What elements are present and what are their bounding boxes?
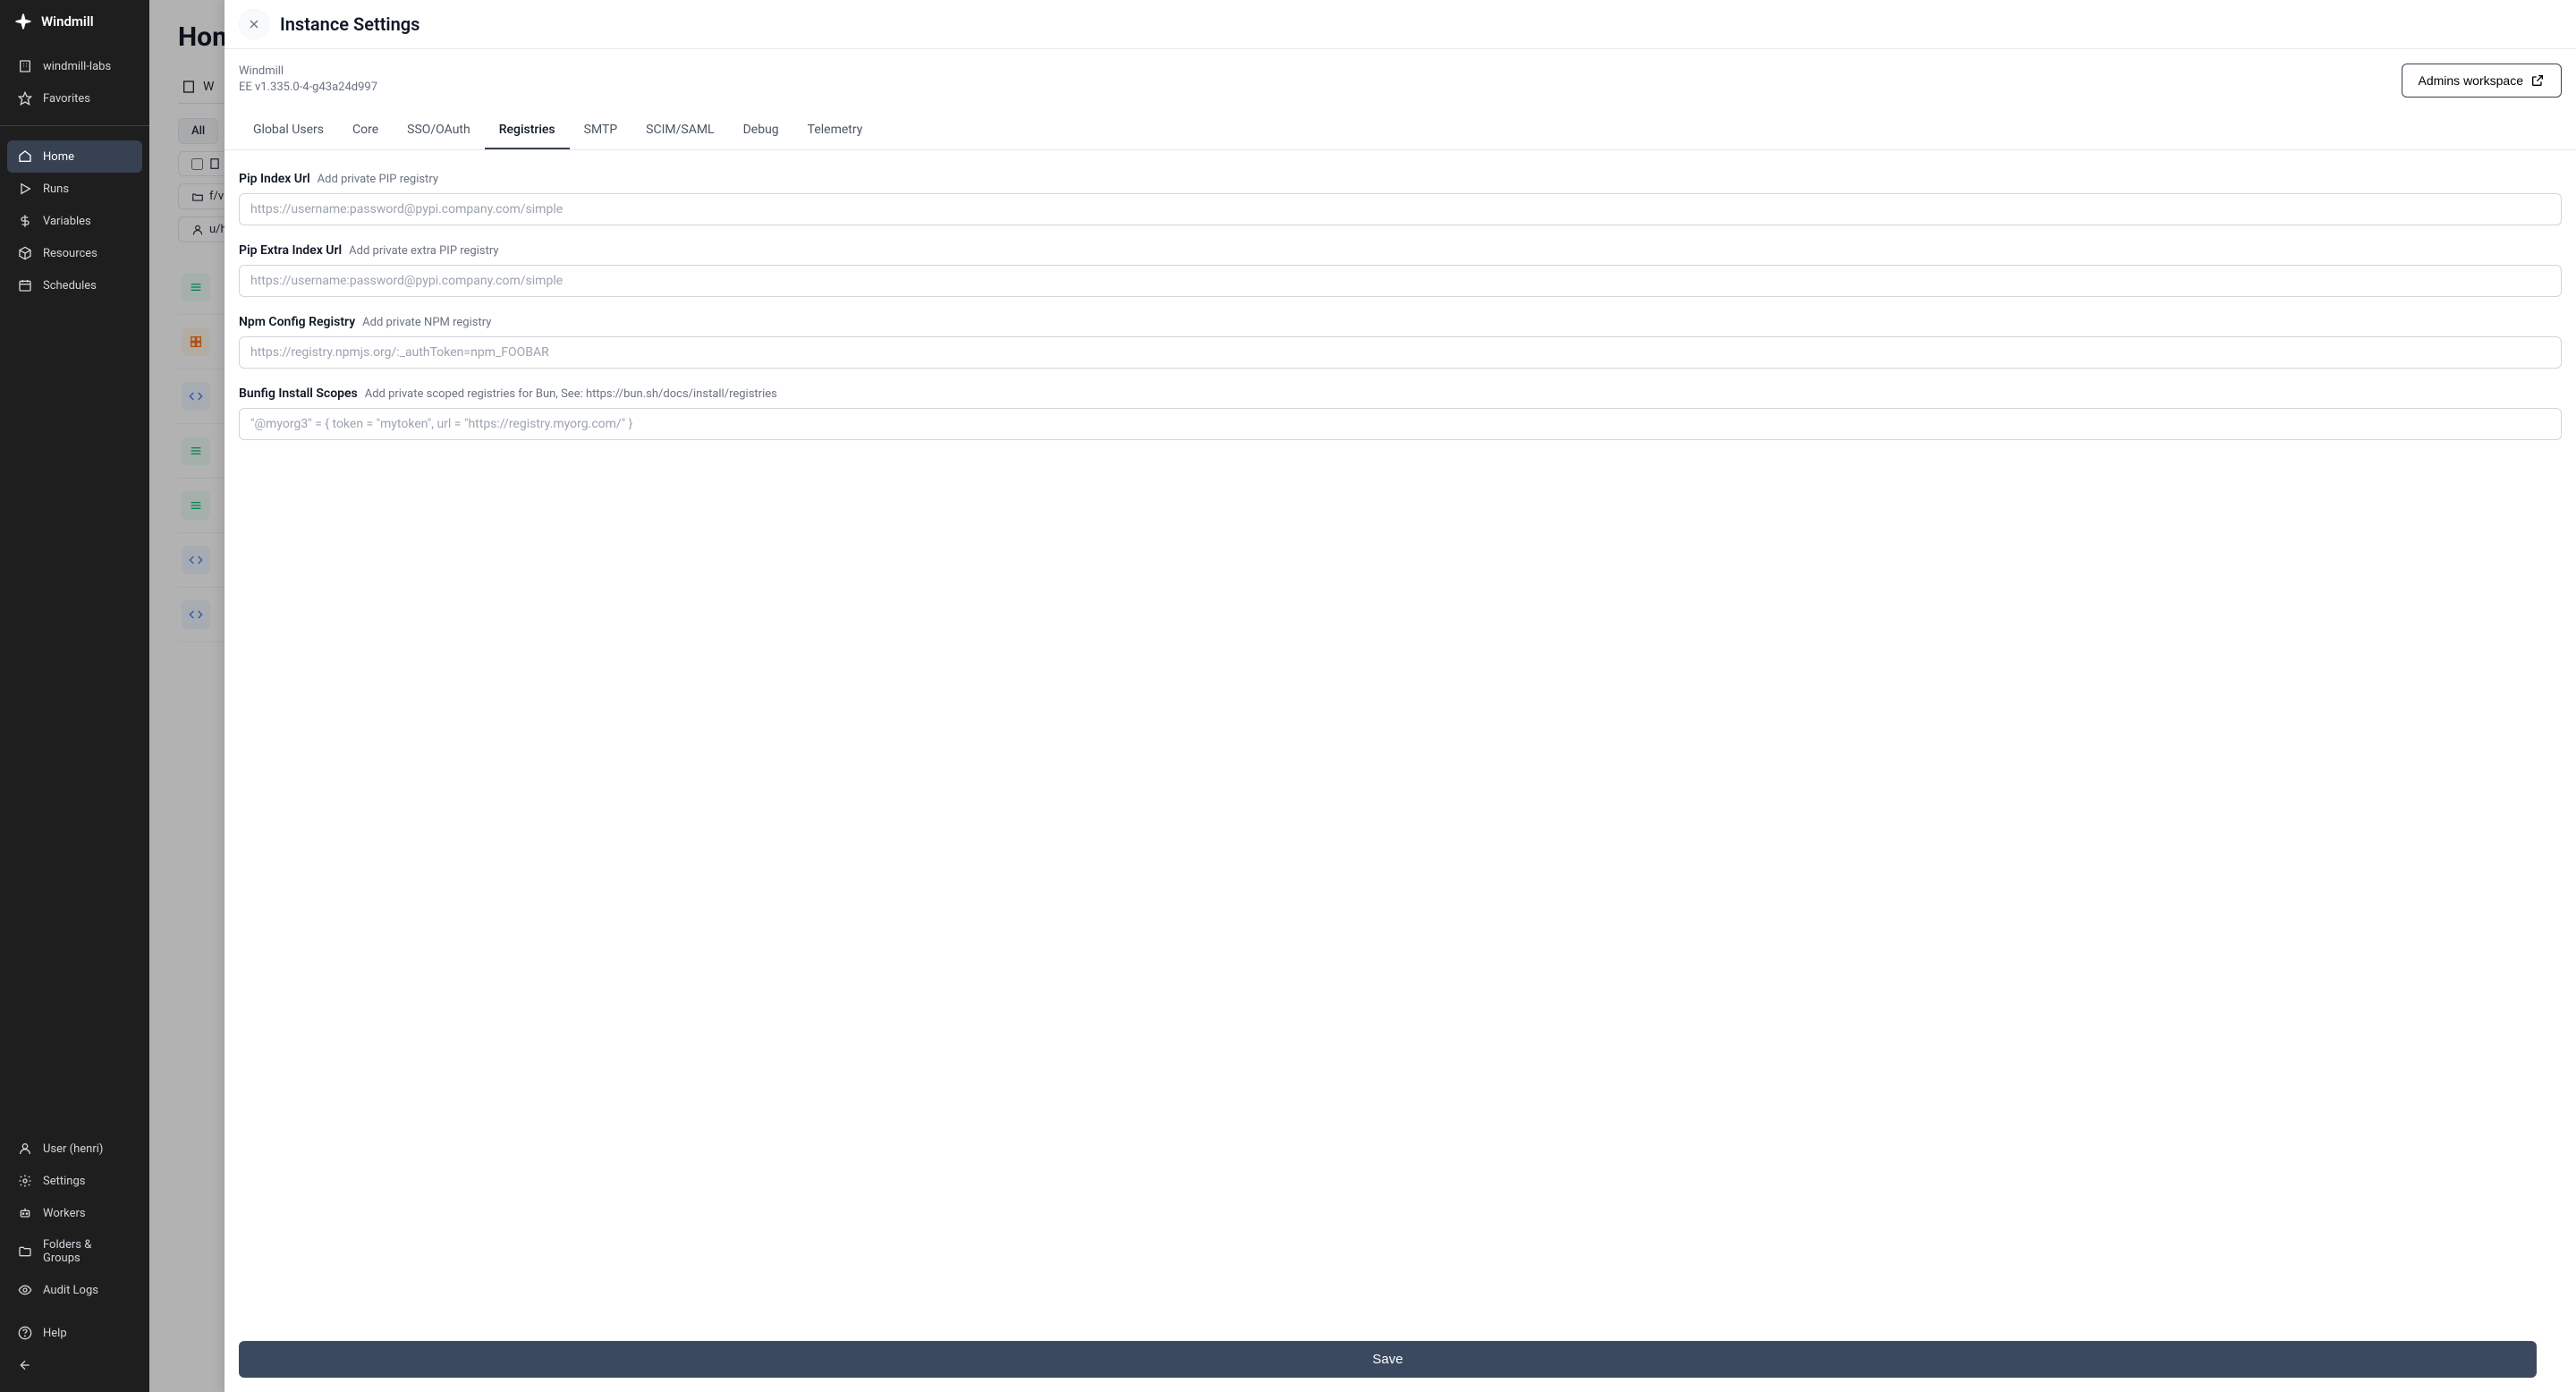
pip-index-input[interactable] bbox=[239, 193, 2562, 225]
home-icon bbox=[18, 149, 32, 164]
bot-icon bbox=[18, 1206, 32, 1220]
pip-index-sub: Add private PIP registry bbox=[318, 173, 438, 186]
dollar-icon bbox=[18, 214, 32, 228]
sidebar-workspace[interactable]: windmill-labs bbox=[7, 50, 142, 82]
box-icon bbox=[18, 246, 32, 260]
tab-smtp[interactable]: SMTP bbox=[570, 112, 632, 149]
version-string: EE v1.335.0-4-g43a24d997 bbox=[239, 80, 377, 96]
favorites-label: Favorites bbox=[43, 92, 90, 106]
tab-telemetry[interactable]: Telemetry bbox=[793, 112, 877, 149]
help-label: Help bbox=[43, 1327, 67, 1340]
npm-sub: Add private NPM registry bbox=[362, 316, 491, 329]
bunfig-input[interactable] bbox=[239, 408, 2562, 440]
sidebar-resources[interactable]: Resources bbox=[7, 237, 142, 269]
eye-icon bbox=[18, 1283, 32, 1297]
windmill-logo-icon bbox=[14, 13, 32, 30]
resources-label: Resources bbox=[43, 247, 97, 260]
pip-extra-sub: Add private extra PIP registry bbox=[349, 244, 498, 258]
sidebar-favorites[interactable]: Favorites bbox=[7, 82, 142, 115]
settings-modal: Instance Settings Windmill EE v1.335.0-4… bbox=[225, 0, 2576, 1392]
gear-icon bbox=[18, 1174, 32, 1188]
user-label: User (henri) bbox=[43, 1142, 103, 1156]
calendar-icon bbox=[18, 278, 32, 293]
tab-registries[interactable]: Registries bbox=[485, 112, 570, 149]
tab-sso[interactable]: SSO/OAuth bbox=[393, 112, 485, 149]
modal-title: Instance Settings bbox=[280, 13, 419, 35]
admins-workspace-button[interactable]: Admins workspace bbox=[2402, 64, 2563, 98]
sidebar-variables[interactable]: Variables bbox=[7, 205, 142, 237]
schedules-label: Schedules bbox=[43, 279, 97, 293]
npm-label: Npm Config Registry bbox=[239, 315, 355, 329]
sidebar-collapse[interactable] bbox=[7, 1349, 142, 1381]
building-icon bbox=[18, 59, 32, 73]
audit-label: Audit Logs bbox=[43, 1284, 98, 1297]
folders-label: Folders & Groups bbox=[43, 1238, 131, 1265]
save-button[interactable]: Save bbox=[239, 1341, 2537, 1378]
tab-debug[interactable]: Debug bbox=[729, 112, 793, 149]
sidebar-help[interactable]: Help bbox=[7, 1317, 142, 1349]
play-icon bbox=[18, 182, 32, 196]
variables-label: Variables bbox=[43, 215, 91, 228]
tab-core[interactable]: Core bbox=[338, 112, 393, 149]
workers-label: Workers bbox=[43, 1207, 86, 1220]
external-link-icon bbox=[2530, 73, 2545, 88]
runs-label: Runs bbox=[43, 182, 69, 196]
folder-icon bbox=[18, 1244, 32, 1259]
admins-button-label: Admins workspace bbox=[2419, 73, 2524, 88]
sidebar-home[interactable]: Home bbox=[7, 140, 142, 173]
help-icon bbox=[18, 1326, 32, 1340]
sidebar-workers[interactable]: Workers bbox=[7, 1197, 142, 1229]
pip-index-label: Pip Index Url bbox=[239, 172, 310, 186]
tab-global-users[interactable]: Global Users bbox=[239, 112, 338, 149]
user-icon bbox=[18, 1142, 32, 1156]
pip-extra-input[interactable] bbox=[239, 265, 2562, 297]
sidebar-folders[interactable]: Folders & Groups bbox=[7, 1229, 142, 1274]
product-name: Windmill bbox=[239, 64, 377, 80]
app-name: Windmill bbox=[41, 13, 94, 30]
arrow-left-icon bbox=[18, 1358, 32, 1372]
sidebar-schedules[interactable]: Schedules bbox=[7, 269, 142, 301]
sidebar-runs[interactable]: Runs bbox=[7, 173, 142, 205]
star-icon bbox=[18, 91, 32, 106]
workspace-label: windmill-labs bbox=[43, 60, 111, 73]
sidebar-settings[interactable]: Settings bbox=[7, 1165, 142, 1197]
sidebar: Windmill windmill-labs Favorites Home Ru… bbox=[0, 0, 149, 1392]
pip-extra-label: Pip Extra Index Url bbox=[239, 243, 342, 258]
close-icon bbox=[247, 17, 261, 31]
sidebar-user[interactable]: User (henri) bbox=[7, 1133, 142, 1165]
close-button[interactable] bbox=[239, 9, 269, 39]
tab-scim[interactable]: SCIM/SAML bbox=[631, 112, 728, 149]
settings-label: Settings bbox=[43, 1175, 85, 1188]
bunfig-sub: Add private scoped registries for Bun, S… bbox=[365, 387, 777, 401]
npm-input[interactable] bbox=[239, 336, 2562, 369]
bunfig-label: Bunfig Install Scopes bbox=[239, 386, 358, 401]
sidebar-brand[interactable]: Windmill bbox=[0, 0, 149, 43]
sidebar-audit[interactable]: Audit Logs bbox=[7, 1274, 142, 1306]
home-label: Home bbox=[43, 150, 74, 164]
